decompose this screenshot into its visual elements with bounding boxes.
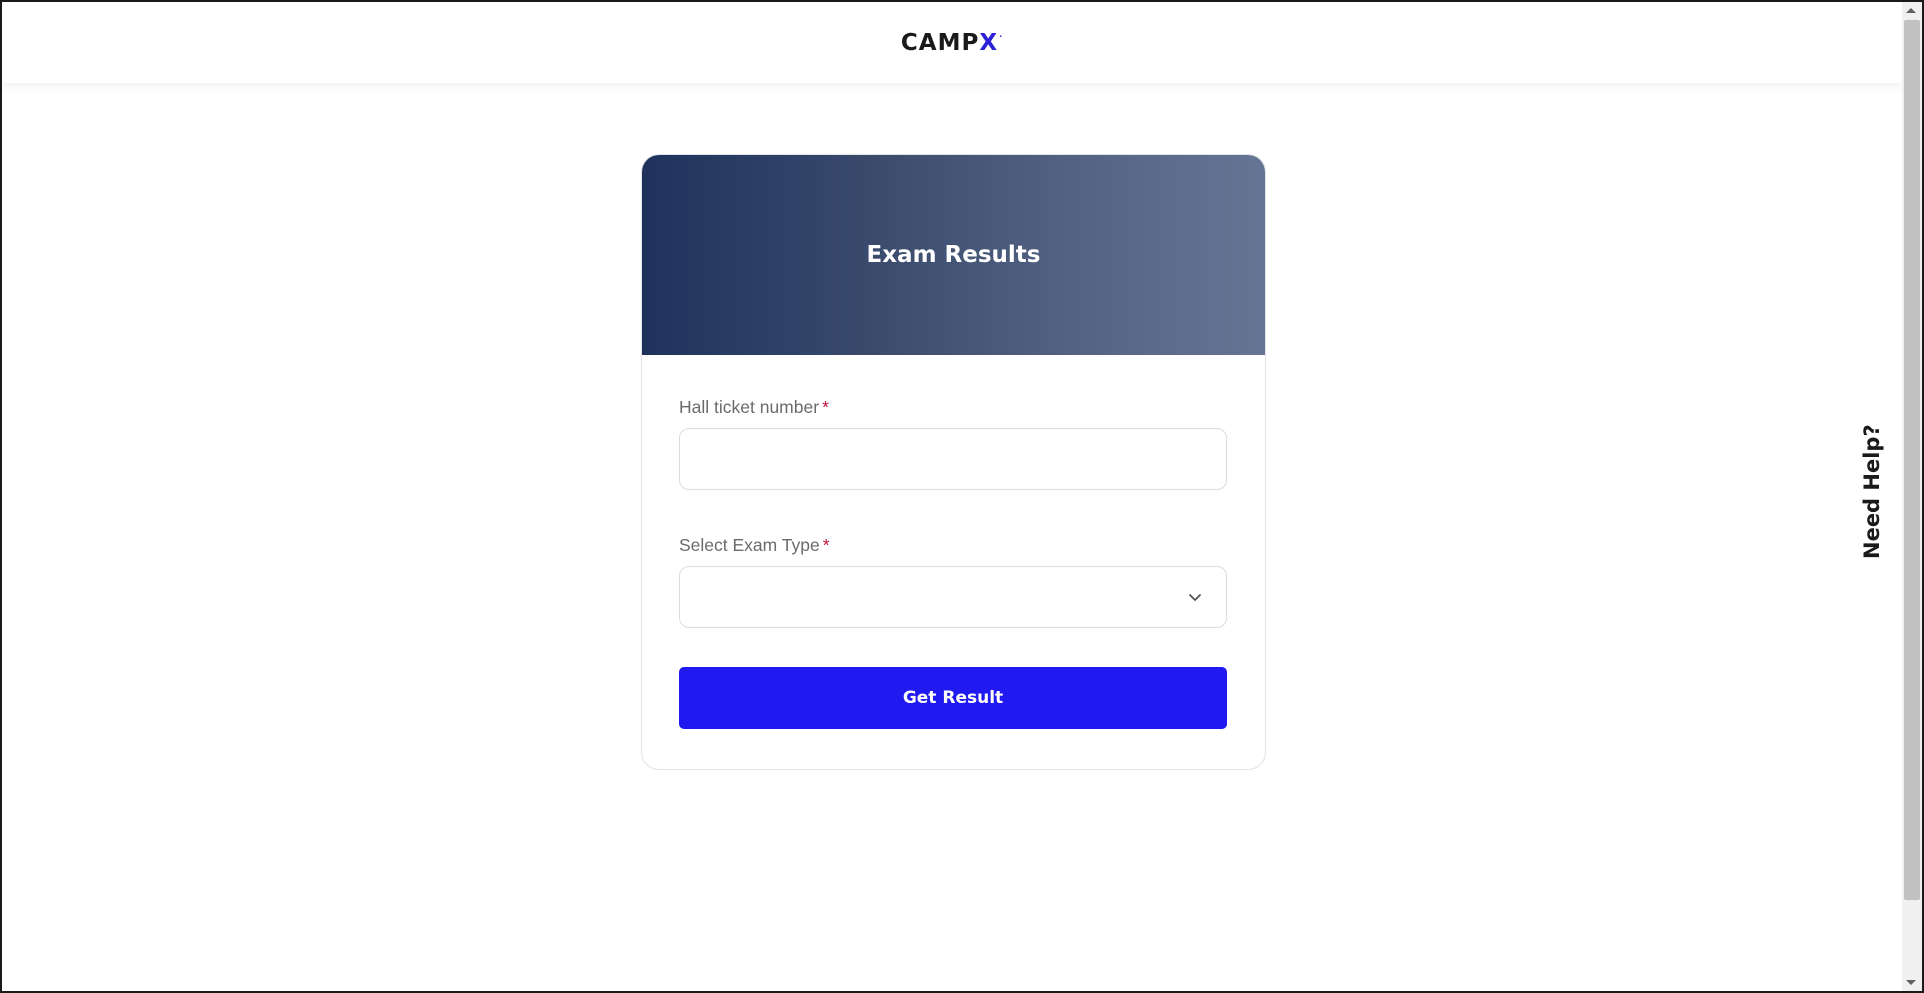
results-form: Hall ticket number * Select Exam Type * Ge… bbox=[642, 397, 1265, 729]
card-title: Exam Results bbox=[866, 242, 1041, 268]
campx-logo[interactable]: CAMP X · bbox=[901, 30, 1003, 56]
scroll-down-arrow-icon[interactable] bbox=[1906, 980, 1916, 985]
get-result-button[interactable]: Get Result bbox=[679, 667, 1227, 729]
required-marker: * bbox=[822, 397, 829, 417]
hall-ticket-label-text: Hall ticket number bbox=[679, 397, 820, 417]
scroll-up-arrow-icon[interactable] bbox=[1906, 8, 1916, 13]
scrollbar-thumb[interactable] bbox=[1904, 20, 1920, 900]
vertical-scrollbar[interactable] bbox=[1902, 2, 1922, 991]
chevron-down-icon[interactable] bbox=[1188, 590, 1202, 604]
hall-ticket-label: Hall ticket number * bbox=[679, 397, 1228, 418]
exam-type-select[interactable] bbox=[679, 566, 1227, 628]
logo-text: CAMP bbox=[900, 29, 980, 56]
required-marker: * bbox=[822, 535, 830, 555]
hall-ticket-input[interactable] bbox=[679, 428, 1227, 490]
exam-type-label-text: Select Exam Type bbox=[679, 535, 820, 555]
browser-viewport: CAMP X · Exam Results Hall ticket number * … bbox=[0, 0, 1924, 993]
exam-type-label: Select Exam Type * bbox=[679, 535, 1228, 556]
logo-accent-text: X bbox=[979, 29, 999, 56]
logo-mark: · bbox=[999, 31, 1004, 41]
need-help-tab[interactable]: Need Help? bbox=[1860, 424, 1884, 559]
exam-results-card: Exam Results Hall ticket number * Select … bbox=[641, 154, 1266, 770]
top-header: CAMP X · bbox=[2, 2, 1902, 83]
card-header-banner: Exam Results bbox=[642, 155, 1265, 355]
